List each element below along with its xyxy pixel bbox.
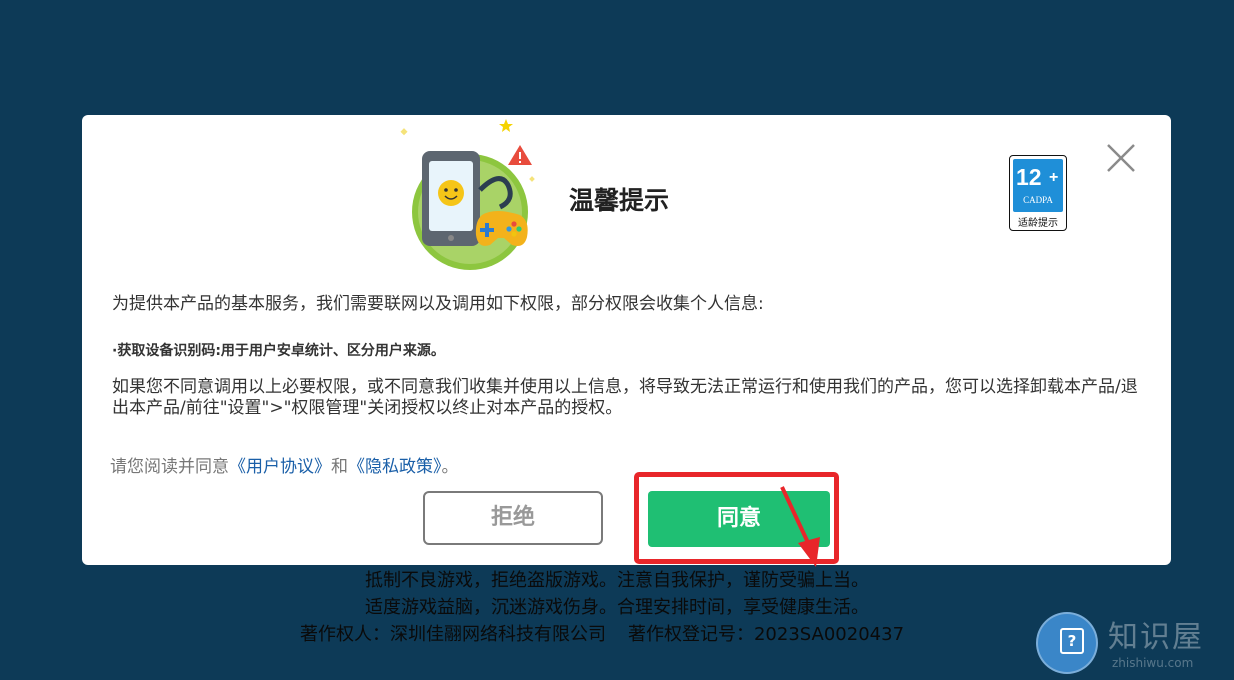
permission-item: ·获取设备识别码:用于用户安卓统计、区分用户来源。: [112, 343, 445, 359]
close-icon[interactable]: [1104, 141, 1138, 175]
copyright-holder: 著作权人：深圳佳翮网络科技有限公司: [299, 624, 606, 645]
intro-text: 为提供本产品的基本服务，我们需要联网以及调用如下权限，部分权限会收集个人信息:: [112, 294, 764, 314]
age-badge-panel: 12 + CADPA: [1013, 159, 1063, 212]
refuse-button[interactable]: 拒绝: [423, 491, 603, 545]
dialog-title: 温馨提示: [569, 186, 670, 215]
age-rating-org: CADPA: [1023, 195, 1053, 205]
age-rating-badge: 12 + CADPA 适龄提示: [1009, 155, 1067, 231]
age-rating-tip: 适龄提示: [1018, 218, 1058, 229]
watermark-domain: zhishiwu.com: [1112, 656, 1194, 670]
watermark-logo: ?: [1036, 612, 1098, 674]
footer-line-1: 抵制不良游戏，拒绝盗版游戏。注意自我保护，谨防受骗上当。: [365, 570, 869, 591]
consent-suffix: 。: [441, 457, 459, 477]
age-rating-number: 12: [1016, 164, 1042, 190]
copyright-registration: 著作权登记号：2023SA0020437: [627, 624, 905, 645]
permission-dialog: 温馨提示 12 + CADPA 适龄提示 为提供本产品的基本服务，我们需要联网以…: [82, 115, 1171, 567]
site-watermark: ? 知识屋 zhishiwu.com: [1034, 610, 1234, 680]
user-agreement-link[interactable]: 《用户协议》: [229, 457, 331, 477]
pointer-arrow-icon: [780, 486, 820, 567]
game-phone-illustration: [400, 119, 535, 270]
age-rating-plus: +: [1049, 169, 1059, 186]
consent-line: 请您阅读并同意《用户协议》和《隐私政策》。: [110, 452, 459, 477]
watermark-brand: 知识屋: [1108, 620, 1204, 655]
consent-and: 和: [331, 457, 348, 477]
warning-text: 如果您不同意调用以上必要权限，或不同意我们收集并使用以上信息，将导致无法正常运行…: [112, 377, 1138, 418]
question-icon: ?: [1060, 628, 1084, 654]
privacy-policy-link[interactable]: 《隐私政策》: [348, 457, 442, 477]
consent-prefix: 请您阅读并同意: [110, 457, 229, 477]
